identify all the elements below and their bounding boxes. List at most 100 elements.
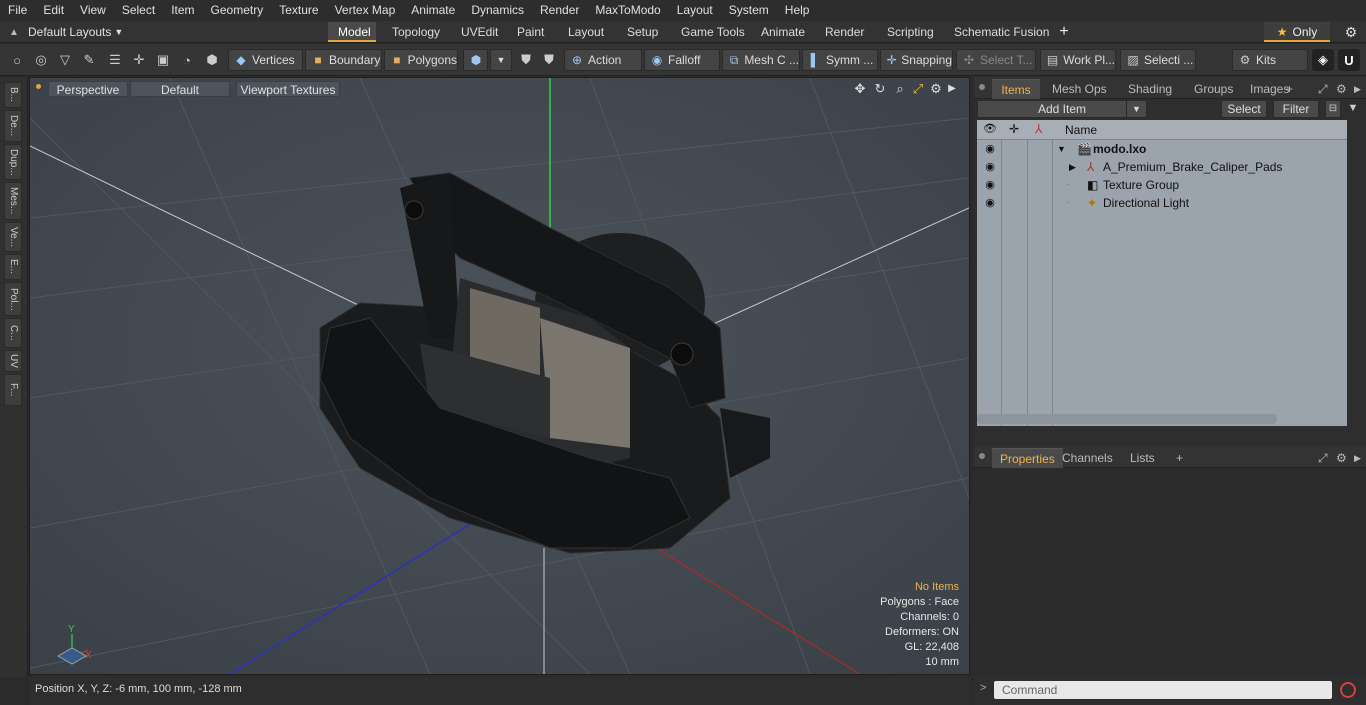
pen-icon[interactable]: ▽ — [54, 49, 76, 71]
tab-properties[interactable]: Properties — [992, 448, 1063, 468]
command-input[interactable]: Command — [994, 681, 1332, 699]
only-toggle[interactable]: ★ Only — [1264, 22, 1330, 42]
add-panel-tab-icon[interactable]: + — [1278, 79, 1301, 99]
polygons-button[interactable]: ■ Polygons — [384, 49, 458, 71]
menu-layout[interactable]: Layout — [669, 0, 721, 21]
left-tab-fusion[interactable]: F... — [4, 374, 22, 406]
select-button[interactable]: Select — [1221, 100, 1267, 118]
item-row-light[interactable]: ◉ · ✦ Directional Light — [977, 194, 1347, 212]
menu-texture[interactable]: Texture — [271, 0, 326, 21]
left-tab-edge[interactable]: E... — [4, 254, 22, 280]
menu-dynamics[interactable]: Dynamics — [463, 0, 532, 21]
left-tab-duplicate[interactable]: Dup... — [4, 144, 22, 180]
panel-menu-dot-icon[interactable] — [979, 453, 985, 459]
menu-help[interactable]: Help — [777, 0, 818, 21]
tab-groups[interactable]: Groups — [1186, 79, 1241, 99]
symmetry-button[interactable]: ▌ Symm ... — [802, 49, 878, 71]
shield-icon[interactable]: ⛊ — [538, 49, 560, 71]
align-icon[interactable]: ☰ — [104, 49, 126, 71]
work-plane-button[interactable]: ▤ Work Pl... — [1040, 49, 1116, 71]
tab-channels[interactable]: Channels — [1054, 448, 1121, 468]
mesh-constraint-button[interactable]: ⧉ Mesh C ... — [722, 49, 800, 71]
tab-topology[interactable]: Topology — [382, 22, 450, 42]
snapping-button[interactable]: ✛ Snapping — [880, 49, 953, 71]
tab-render[interactable]: Render — [815, 22, 874, 42]
tab-animate[interactable]: Animate — [751, 22, 815, 42]
panel-gear-icon[interactable]: ⚙ — [1336, 79, 1347, 99]
tab-layout[interactable]: Layout — [558, 22, 614, 42]
globe-icon[interactable]: ◎ — [30, 49, 52, 71]
action-button[interactable]: ⊕ Action — [564, 49, 642, 71]
menu-select[interactable]: Select — [114, 0, 163, 21]
panel-menu-dot-icon[interactable] — [979, 84, 985, 90]
collapse-icon[interactable]: ⊟ — [1325, 100, 1341, 118]
kits-button[interactable]: ⚙ Kits — [1232, 49, 1308, 71]
visibility-eye-icon[interactable]: ◉ — [983, 158, 997, 176]
left-tab-vertex[interactable]: Ve... — [4, 222, 22, 252]
menu-file[interactable]: File — [0, 0, 35, 21]
panel-arrow-icon[interactable]: ▶ — [1354, 448, 1361, 468]
item-row-texture-group[interactable]: ◉ · ◧ Texture Group — [977, 176, 1347, 194]
name-column-header[interactable]: Name — [1065, 123, 1097, 137]
falloff-circle-icon[interactable]: ◔ — [176, 49, 198, 71]
left-tab-polygon[interactable]: Pol... — [4, 282, 22, 316]
menu-render[interactable]: Render — [532, 0, 587, 21]
tab-paint[interactable]: Paint — [507, 22, 554, 42]
expand-down-icon[interactable]: ▼ — [1057, 140, 1066, 158]
select-through-button[interactable]: ✣ Select T... — [956, 49, 1036, 71]
zoom-icon[interactable]: ⌕ — [892, 81, 908, 97]
tab-schematic-fusion[interactable]: Schematic Fusion — [944, 22, 1059, 42]
panel-expand-icon[interactable]: ⤢ — [1318, 448, 1328, 468]
add-tab-icon[interactable]: + — [1056, 21, 1072, 43]
funnel-icon[interactable]: ▼ — [1345, 100, 1361, 118]
tab-shading[interactable]: Shading — [1120, 79, 1180, 99]
transform-icon[interactable]: ✛ — [128, 49, 150, 71]
tab-mesh-ops[interactable]: Mesh Ops — [1044, 79, 1115, 99]
expand-arrow-icon[interactable]: ▶ — [944, 81, 960, 97]
selection-sets-button[interactable]: ▨ Selecti ... — [1120, 49, 1196, 71]
panel-expand-icon[interactable]: ⤢ — [1318, 79, 1328, 99]
tab-setup[interactable]: Setup — [617, 22, 668, 42]
viewport-perspective-button[interactable]: Perspective — [48, 81, 128, 97]
panel-arrow-icon[interactable]: ▶ — [1354, 79, 1361, 99]
tab-game-tools[interactable]: Game Tools — [671, 22, 755, 42]
select-circle-icon[interactable]: ○ — [6, 49, 28, 71]
item-mode-icon[interactable]: ⬢ — [201, 49, 223, 71]
menu-system[interactable]: System — [721, 0, 777, 21]
tab-uvedit[interactable]: UVEdit — [451, 22, 508, 42]
vertices-button[interactable]: ◆ Vertices — [228, 49, 303, 71]
falloff-button[interactable]: ◉ Falloff — [644, 49, 720, 71]
gear-icon[interactable]: ⚙ — [1336, 21, 1366, 43]
unity-icon[interactable]: ◈ — [1312, 49, 1334, 71]
brush-icon[interactable]: ✎ — [78, 49, 100, 71]
rotate-icon[interactable]: ↻ — [872, 81, 888, 97]
element-icon[interactable]: ▣ — [152, 49, 174, 71]
viewport-textures-button[interactable]: Viewport Textures — [236, 81, 340, 97]
visibility-eye-icon[interactable]: ◉ — [983, 176, 997, 194]
left-tab-uv[interactable]: UV — [4, 350, 22, 372]
tab-items[interactable]: Items — [992, 79, 1040, 99]
left-tab-deform[interactable]: De... — [4, 110, 22, 142]
filter-button[interactable]: Filter — [1273, 100, 1319, 118]
material-button[interactable]: ⬢ — [463, 49, 488, 71]
item-row-scene[interactable]: ◉ ▼ 🎬 modo.lxo — [977, 140, 1347, 158]
menu-geometry[interactable]: Geometry — [203, 0, 272, 21]
viewport-gear-icon[interactable]: ⚙ — [928, 81, 944, 97]
record-icon[interactable] — [1340, 682, 1356, 698]
visibility-eye-icon[interactable]: ◉ — [983, 194, 997, 212]
menu-edit[interactable]: Edit — [35, 0, 72, 21]
menu-item[interactable]: Item — [163, 0, 202, 21]
items-scrollbar[interactable] — [977, 414, 1277, 424]
left-tab-curve[interactable]: C... — [4, 318, 22, 348]
boundary-button[interactable]: ■ Boundary — [305, 49, 382, 71]
add-panel-tab-icon[interactable]: + — [1168, 448, 1191, 468]
add-item-button[interactable]: Add Item ▼ — [977, 100, 1147, 118]
layouts-selector[interactable]: ▲ Default Layouts ▼ — [0, 21, 123, 43]
viewport-default-button[interactable]: Default — [130, 81, 230, 97]
visibility-eye-icon[interactable]: ◉ — [983, 140, 997, 158]
menu-view[interactable]: View — [72, 0, 114, 21]
viewport-menu-dot-icon[interactable] — [36, 84, 41, 89]
material-dropdown[interactable]: ▼ — [490, 49, 512, 71]
unreal-icon[interactable]: U — [1338, 49, 1360, 71]
tab-model[interactable]: Model — [328, 22, 376, 42]
